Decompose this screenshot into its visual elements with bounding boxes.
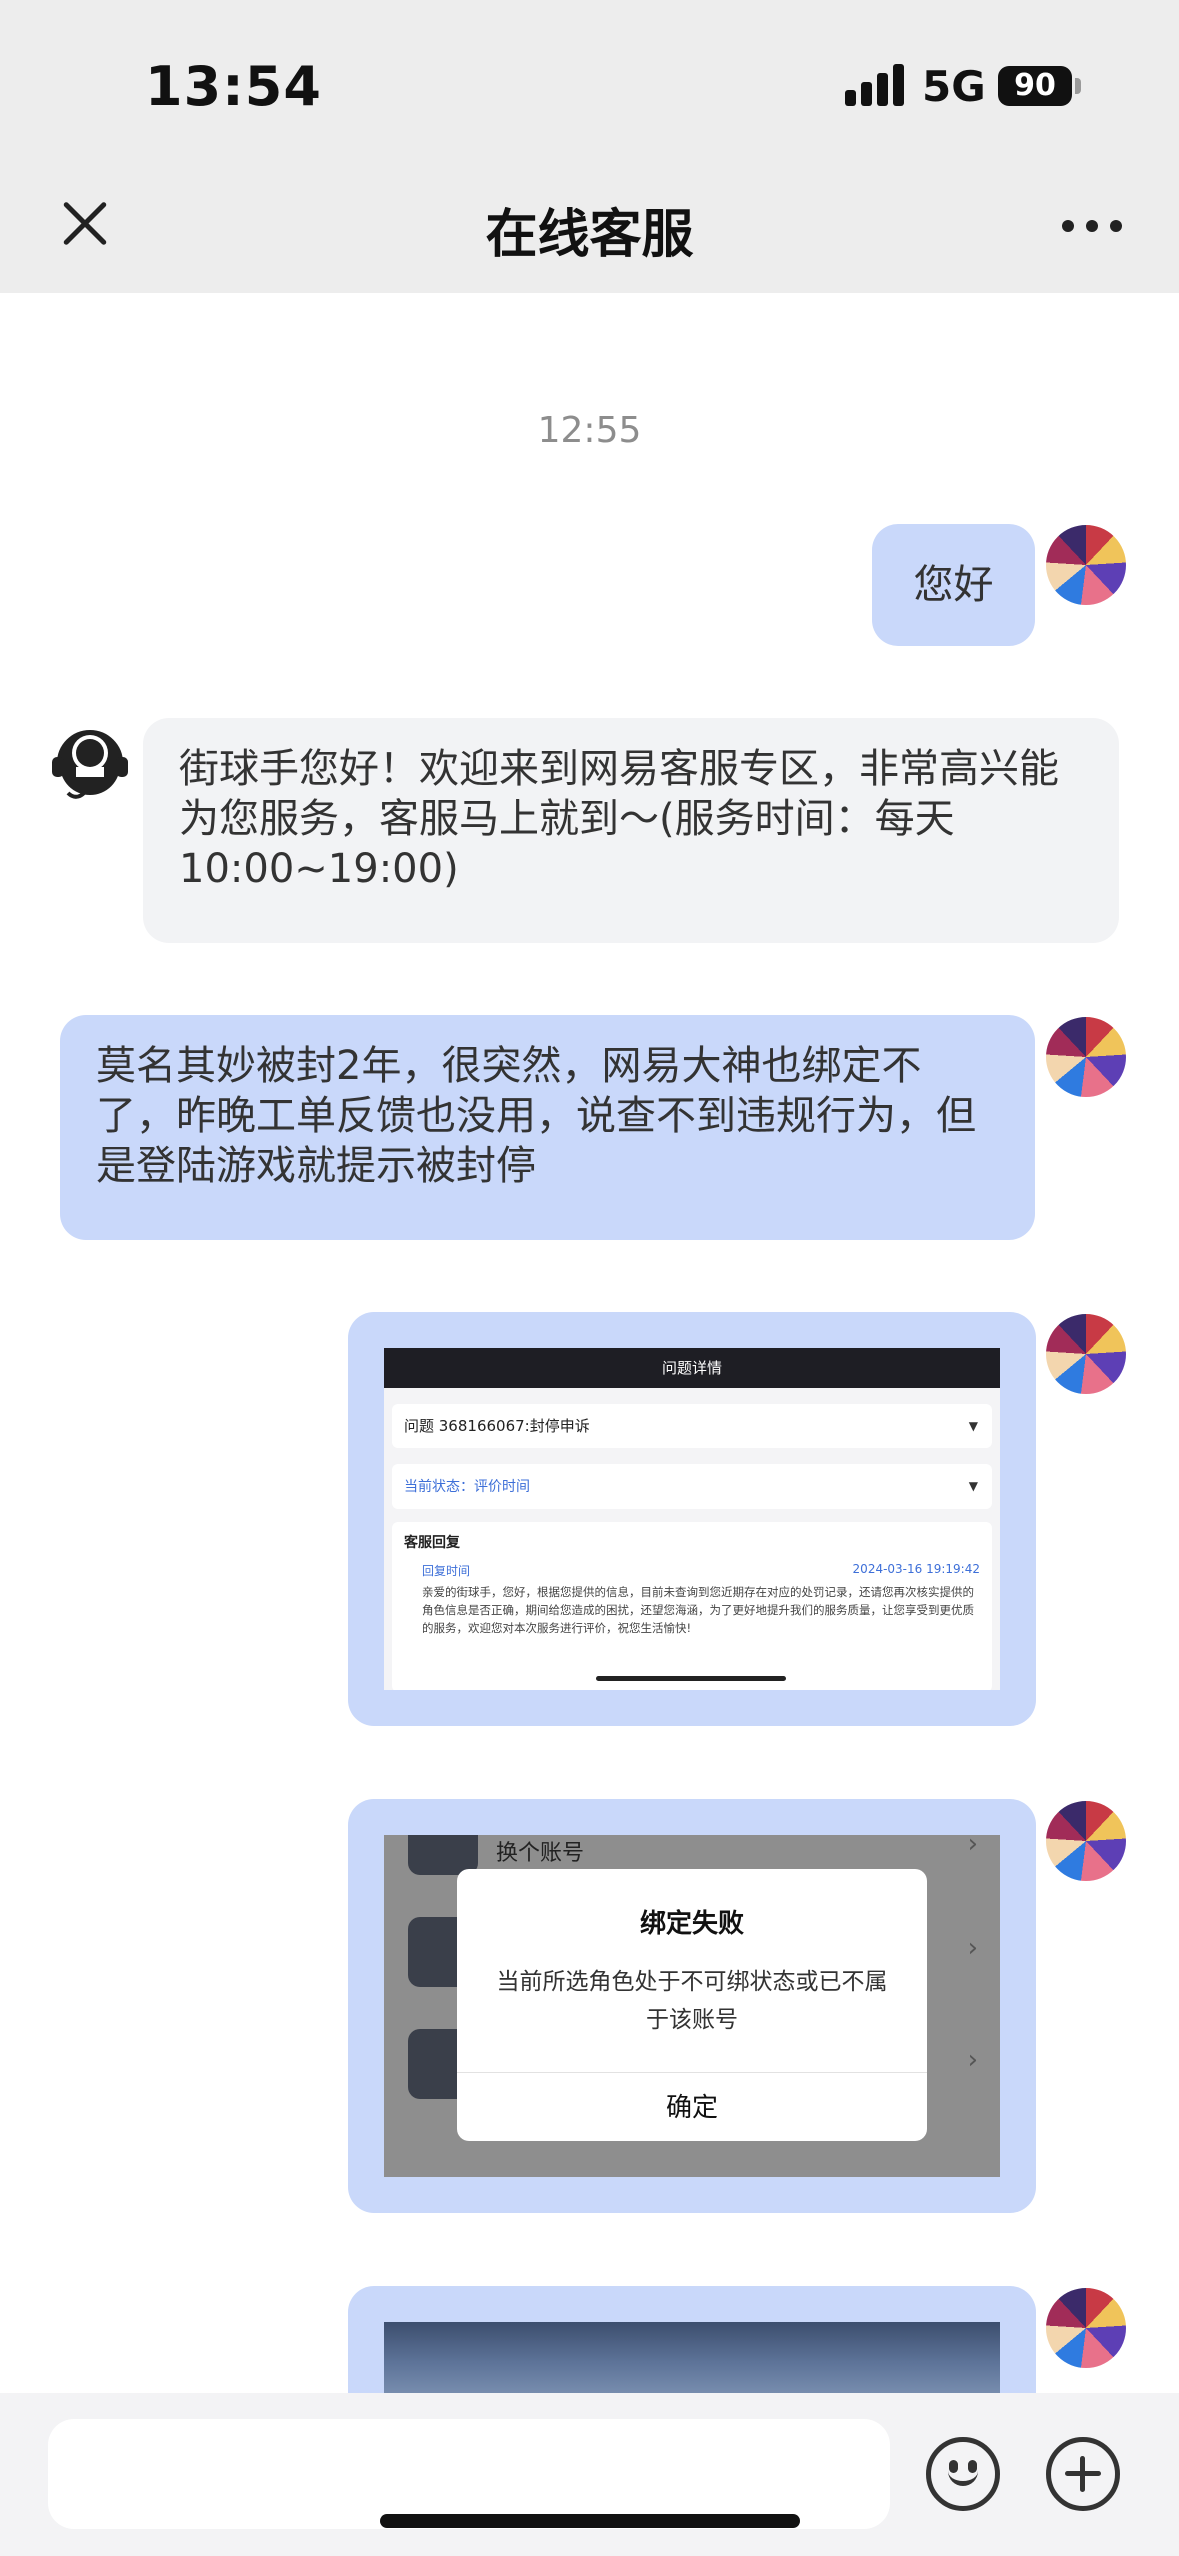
user-message-bubble[interactable]: 莫名其妙被封2年，很突然，网易大神也绑定不了，昨晚工单反馈也没用，说查不到违规行… bbox=[60, 1015, 1035, 1240]
reply-title: 客服回复 bbox=[404, 1535, 460, 1551]
user-avatar[interactable] bbox=[1044, 1799, 1128, 1883]
ticket-status: 当前状态：评价时间 bbox=[404, 1479, 530, 1495]
chevron-right-icon: › bbox=[967, 1835, 978, 1859]
dialog-title: 绑定失败 bbox=[639, 1909, 744, 1939]
page-title: 在线客服 bbox=[485, 205, 694, 265]
reply-body: 亲爱的街球手，您好，根据您提供的信息，目前未查询到您近期存在对应的处罚记录，还请… bbox=[422, 1585, 974, 1635]
input-bar bbox=[0, 2393, 1179, 2556]
agent-message-bubble[interactable]: 街球手您好！欢迎来到网易客服专区，非常高兴能为您服务，客服马上就到～(服务时间：… bbox=[143, 718, 1119, 943]
user-avatar[interactable] bbox=[1044, 2286, 1128, 2370]
emoji-icon[interactable] bbox=[926, 2437, 1000, 2511]
network-label: 5G bbox=[922, 62, 986, 111]
ticket-reply-panel: 客服回复 回复时间 2024-03-16 19:19:42 亲爱的街球手，您好，… bbox=[392, 1522, 992, 1690]
ticket-issue-row: 问题 368166067:封停申诉 ▼ bbox=[392, 1404, 992, 1448]
screenshot-ticket-detail[interactable]: 问题详情 问题 368166067:封停申诉 ▼ 当前状态：评价时间 ▼ 客服回… bbox=[384, 1348, 1000, 1690]
top-bar: 13:54 5G 90 在线客服 bbox=[0, 0, 1179, 293]
message-text: 您好 bbox=[913, 562, 994, 608]
chat-area[interactable]: 12:55 您好 街球手您好！欢迎来到网易客服专区，非常高兴能为您服务，客服马上… bbox=[0, 293, 1179, 2393]
signal-icon bbox=[845, 62, 905, 106]
caret-down-icon: ▼ bbox=[968, 1479, 978, 1493]
divider bbox=[457, 2072, 927, 2073]
ticket-issue: 问题 368166067:封停申诉 bbox=[404, 1417, 590, 1435]
user-image-message[interactable]: 问题详情 问题 368166067:封停申诉 ▼ 当前状态：评价时间 ▼ 客服回… bbox=[348, 1312, 1036, 1726]
screenshot-game-scene[interactable] bbox=[384, 2322, 1000, 2393]
battery-tip bbox=[1075, 78, 1081, 94]
user-avatar[interactable] bbox=[1044, 1312, 1128, 1396]
user-message-bubble[interactable]: 您好 bbox=[872, 524, 1035, 646]
reply-time-value: 2024-03-16 19:19:42 bbox=[852, 1562, 980, 1576]
message-timestamp: 12:55 bbox=[537, 410, 642, 451]
screenshot-bind-failed[interactable]: 换个账号 › › › 绑定失败 当前所选角色处于不可绑状态或已不属于该账号 确定 bbox=[384, 1835, 1000, 2177]
user-image-message[interactable]: 换个账号 › › › 绑定失败 当前所选角色处于不可绑状态或已不属于该账号 确定 bbox=[348, 1799, 1036, 2213]
chevron-right-icon: › bbox=[967, 2045, 978, 2075]
switch-account-label: 换个账号 bbox=[496, 1841, 585, 1866]
battery-icon: 90 bbox=[998, 66, 1072, 106]
user-avatar[interactable] bbox=[1044, 523, 1128, 607]
headset-icon bbox=[52, 730, 128, 799]
user-avatar[interactable] bbox=[1044, 1015, 1128, 1099]
home-indicator bbox=[380, 2514, 800, 2528]
status-time: 13:54 bbox=[145, 55, 322, 118]
message-text: 街球手您好！欢迎来到网易客服专区，非常高兴能为您服务，客服马上就到～(服务时间：… bbox=[179, 746, 1059, 892]
home-indicator-small bbox=[596, 1676, 786, 1681]
plus-icon[interactable] bbox=[1046, 2437, 1120, 2511]
message-input[interactable] bbox=[48, 2419, 890, 2529]
user-image-message[interactable] bbox=[348, 2286, 1036, 2393]
ticket-status-row: 当前状态：评价时间 ▼ bbox=[392, 1464, 992, 1509]
caret-down-icon: ▼ bbox=[968, 1419, 978, 1433]
ticket-header: 问题详情 bbox=[384, 1348, 1000, 1388]
bind-failed-dialog: 绑定失败 当前所选角色处于不可绑状态或已不属于该账号 确定 bbox=[457, 1869, 927, 2141]
reply-time-label: 回复时间 bbox=[422, 1564, 471, 1578]
dialog-confirm-button: 确定 bbox=[665, 2093, 718, 2123]
more-icon[interactable] bbox=[1062, 218, 1122, 234]
dialog-message: 当前所选角色处于不可绑状态或已不属于该账号 bbox=[496, 1969, 888, 2033]
message-text: 莫名其妙被封2年，很突然，网易大神也绑定不了，昨晚工单反馈也没用，说查不到违规行… bbox=[96, 1043, 976, 1189]
chevron-right-icon: › bbox=[967, 1933, 978, 1963]
